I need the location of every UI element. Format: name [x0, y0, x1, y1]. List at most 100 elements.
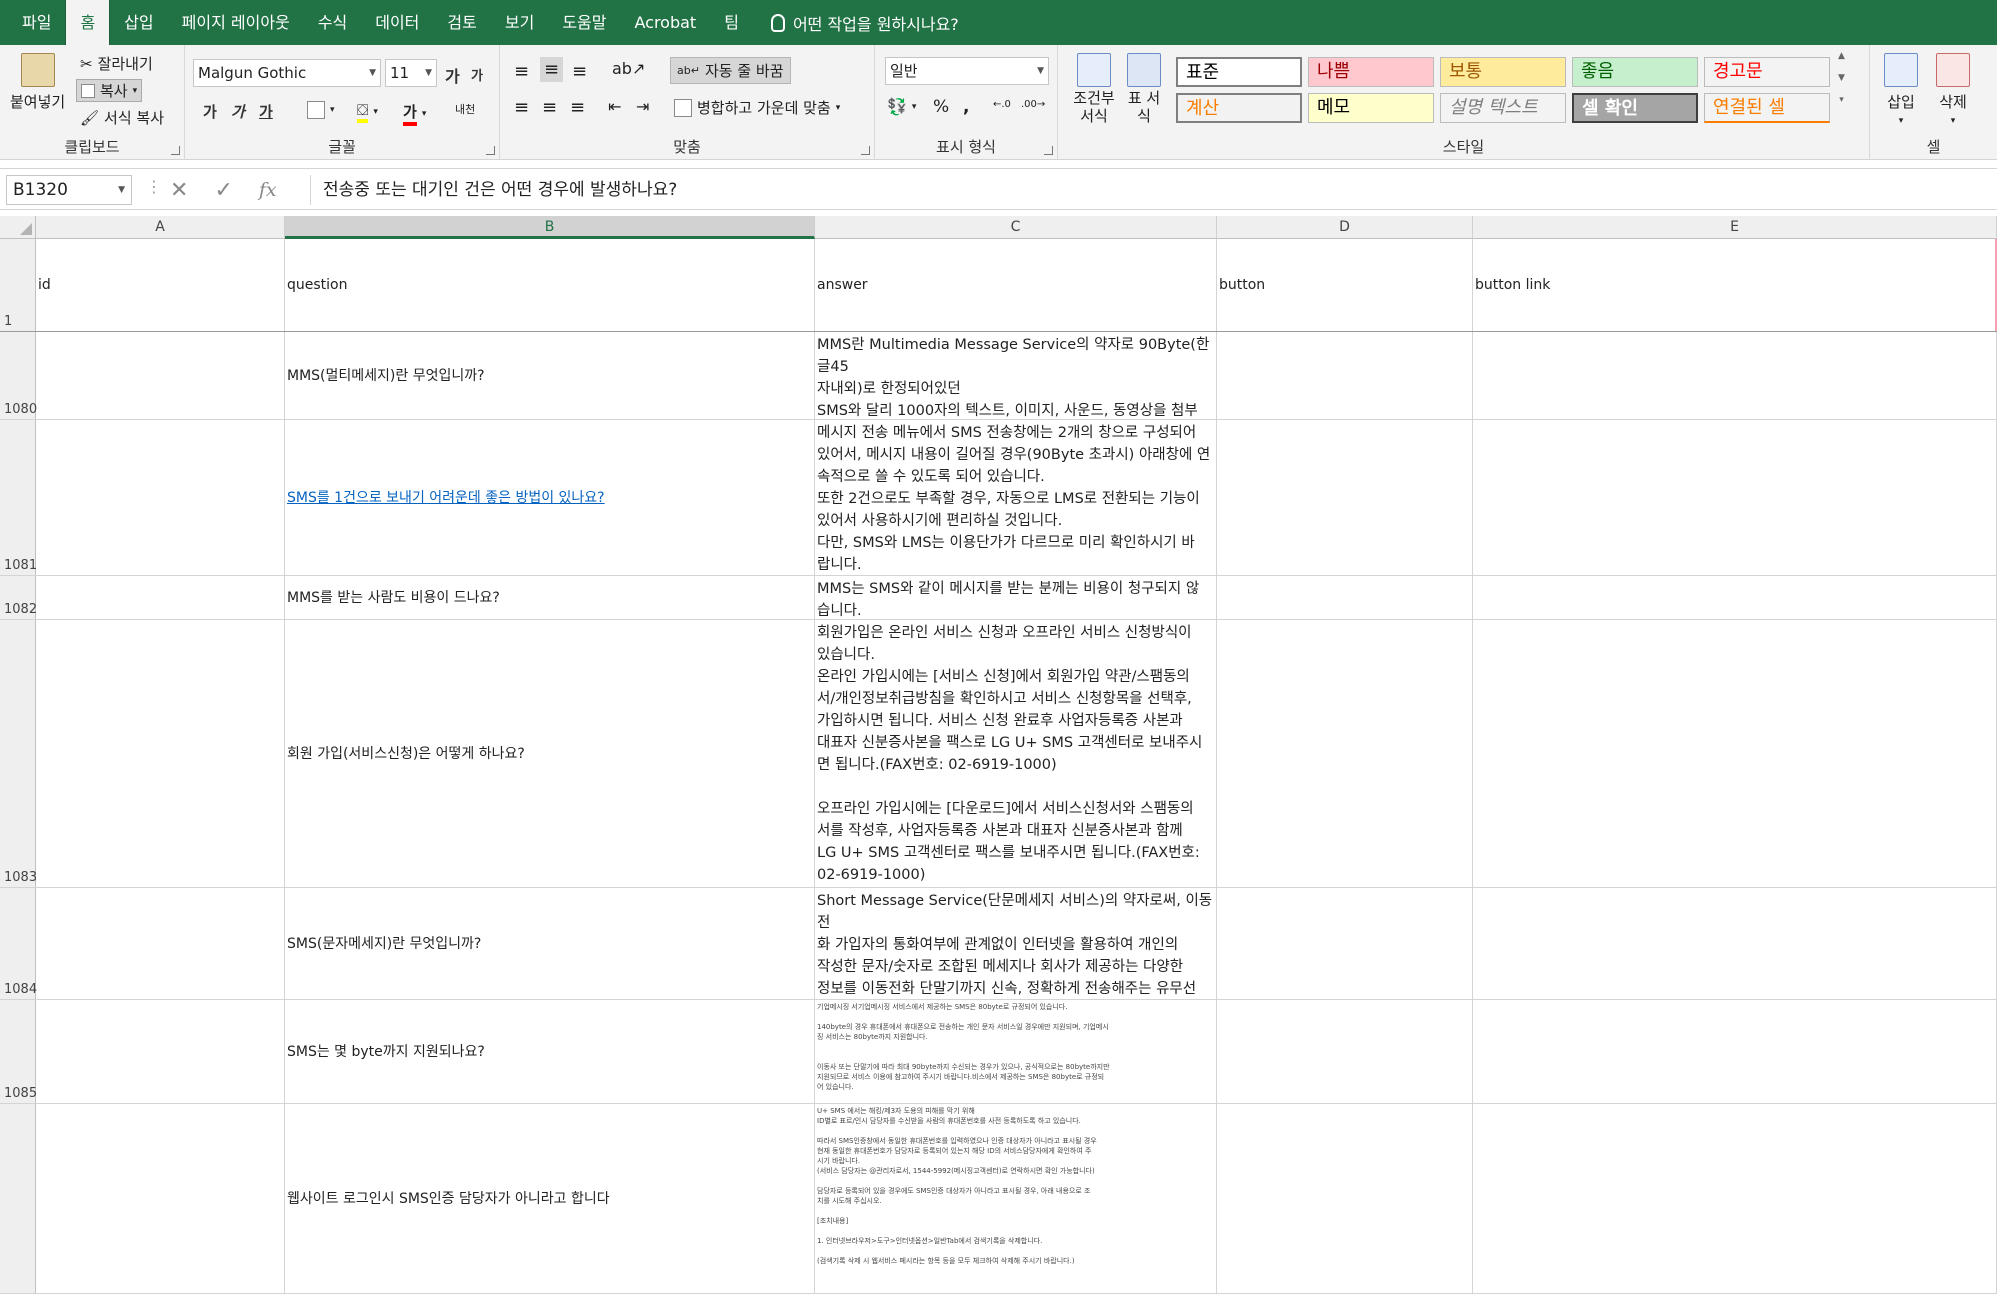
- cell-style-0[interactable]: 표준: [1176, 57, 1302, 87]
- row-header[interactable]: [0, 1104, 36, 1293]
- cut-button[interactable]: ✂ 잘라내기: [80, 53, 153, 74]
- tab-review[interactable]: 검토: [433, 0, 490, 45]
- dialog-launcher-icon[interactable]: [1044, 146, 1053, 155]
- cell-style-5[interactable]: 계산: [1176, 93, 1302, 123]
- grow-font-button[interactable]: 가: [445, 63, 460, 87]
- dialog-launcher-icon[interactable]: [486, 146, 495, 155]
- cell-answer[interactable]: 메시지 전송 메뉴에서 SMS 전송창에는 2개의 창으로 구성되어 있어서, …: [815, 420, 1217, 575]
- cell-style-8[interactable]: 셀 확인: [1572, 93, 1698, 123]
- format-painter-button[interactable]: 🖌 서식 복사: [80, 107, 164, 128]
- cell-button[interactable]: [1217, 420, 1473, 575]
- merge-center-button[interactable]: 병합하고 가운데 맞춤 ▾: [674, 97, 840, 118]
- cell-style-2[interactable]: 보통: [1440, 57, 1566, 87]
- phonetic-button[interactable]: 내천: [455, 101, 475, 117]
- align-top-icon[interactable]: ≡: [514, 61, 529, 82]
- formula-input[interactable]: 전송중 또는 대기인 건은 어떤 경우에 발생하나요?: [310, 175, 1997, 205]
- accounting-format-button[interactable]: 💱 ▾: [887, 97, 916, 116]
- question-text[interactable]: SMS를 1건으로 보내기 어려운데 좋은 방법이 있나요?: [287, 487, 605, 509]
- row-header[interactable]: 1083: [0, 620, 37, 887]
- tab-file[interactable]: 파일: [8, 0, 65, 45]
- dialog-launcher-icon[interactable]: [861, 146, 870, 155]
- tab-acrobat[interactable]: Acrobat: [620, 0, 710, 45]
- decrease-decimal-icon[interactable]: .00→: [1021, 99, 1045, 110]
- cell-question[interactable]: 웹사이트 로그인시 SMS인증 담당자가 아니라고 합니다: [285, 1104, 815, 1293]
- cell-id[interactable]: [36, 888, 285, 999]
- chevron-down-icon[interactable]: ▾: [133, 86, 138, 96]
- cell-answer[interactable]: U+ SMS 에서는 해킹/제3자 도용의 피해를 막기 위해 ID별로 표르/…: [815, 1104, 1217, 1293]
- cell-answer[interactable]: 기업메시징 서기업메시징 서비스에서 제공하는 SMS은 80byte로 규정되…: [815, 1000, 1217, 1103]
- cell-answer[interactable]: MMS는 SMS와 같이 메시지를 받는 분께는 비용이 청구되지 않 습니다.: [815, 576, 1217, 619]
- tab-page-layout[interactable]: 페이지 레이아웃: [168, 0, 304, 45]
- cell-button[interactable]: [1217, 1000, 1473, 1103]
- increase-decimal-icon[interactable]: ←.0: [993, 99, 1011, 110]
- cell-id[interactable]: [36, 576, 285, 619]
- cell-style-6[interactable]: 메모: [1308, 93, 1434, 123]
- cell-button-link[interactable]: [1473, 1000, 1997, 1103]
- row-header[interactable]: 1: [0, 239, 36, 331]
- font-name-select[interactable]: Malgun Gothic ▼: [193, 59, 381, 87]
- delete-cells-button[interactable]: 삭제 ▾: [1936, 53, 1970, 126]
- enter-icon[interactable]: ✓: [214, 178, 232, 203]
- dialog-launcher-icon[interactable]: [171, 146, 180, 155]
- function-icon[interactable]: fx: [259, 179, 277, 201]
- tab-data[interactable]: 데이터: [361, 0, 433, 45]
- tab-view[interactable]: 보기: [491, 0, 548, 45]
- cell-button-link[interactable]: [1473, 1104, 1997, 1293]
- header-cell-id[interactable]: id: [36, 239, 285, 331]
- table-format-button[interactable]: 표 서식: [1124, 53, 1164, 125]
- select-all-corner[interactable]: [0, 216, 36, 239]
- cell-question[interactable]: SMS(문자메세지)란 무엇입니까?: [285, 888, 815, 999]
- cell-id[interactable]: [36, 1000, 285, 1103]
- conditional-format-button[interactable]: 조건부 서식: [1068, 53, 1120, 125]
- tab-formulas[interactable]: 수식: [304, 0, 361, 45]
- cell-button-link[interactable]: [1473, 888, 1997, 999]
- cell-question[interactable]: SMS는 몇 byte까지 지원되나요?: [285, 1000, 815, 1103]
- column-header-a[interactable]: A: [36, 216, 285, 239]
- row-header[interactable]: 1080: [0, 332, 37, 419]
- copy-button[interactable]: 복사 ▾: [76, 79, 143, 102]
- cell-id[interactable]: [36, 1104, 285, 1293]
- cell-question[interactable]: SMS를 1건으로 보내기 어려운데 좋은 방법이 있나요?: [285, 420, 815, 575]
- cell-id[interactable]: [36, 420, 285, 575]
- column-header-b[interactable]: B: [285, 216, 815, 239]
- tab-insert[interactable]: 삽입: [110, 0, 167, 45]
- align-middle-icon[interactable]: ≡: [540, 57, 564, 82]
- align-left-icon[interactable]: ≡: [514, 97, 529, 118]
- shrink-font-button[interactable]: 가: [471, 65, 483, 84]
- tab-help[interactable]: 도움말: [548, 0, 620, 45]
- cell-style-1[interactable]: 나쁨: [1308, 57, 1434, 87]
- tab-home[interactable]: 홈: [65, 0, 111, 45]
- chevron-down-icon[interactable]: ▼: [118, 176, 125, 204]
- increase-indent-icon[interactable]: ⇥: [636, 97, 649, 116]
- tell-me-box[interactable]: 어떤 작업을 원하시나요?: [753, 11, 959, 35]
- cell-button[interactable]: [1217, 888, 1473, 999]
- cell-question[interactable]: MMS(멀티메세지)란 무엇입니까?: [285, 332, 815, 419]
- cell-style-7[interactable]: 설명 텍스트: [1440, 93, 1566, 123]
- insert-cells-button[interactable]: 삽입 ▾: [1884, 53, 1918, 126]
- cell-button[interactable]: [1217, 1104, 1473, 1293]
- cell-button-link[interactable]: [1473, 332, 1997, 419]
- cell-question[interactable]: 회원 가입(서비스신청)은 어떻게 하나요?: [285, 620, 815, 887]
- number-format-select[interactable]: 일반 ▼: [885, 57, 1049, 85]
- paste-button[interactable]: 붙여넣기: [10, 53, 65, 112]
- cell-id[interactable]: [36, 332, 285, 419]
- align-bottom-icon[interactable]: ≡: [572, 61, 587, 82]
- name-box[interactable]: B1320 ▼: [6, 175, 132, 205]
- column-header-d[interactable]: D: [1217, 216, 1473, 239]
- underline-button[interactable]: 가: [259, 101, 273, 122]
- chevron-up-icon[interactable]: ▲: [1838, 51, 1845, 61]
- cell-button-link[interactable]: [1473, 420, 1997, 575]
- align-center-icon[interactable]: ≡: [542, 97, 557, 118]
- italic-button[interactable]: 가: [231, 101, 245, 122]
- gallery-more-icon[interactable]: ▾: [1839, 95, 1844, 105]
- percent-button[interactable]: %: [933, 97, 949, 117]
- column-header-c[interactable]: C: [815, 216, 1217, 239]
- decrease-indent-icon[interactable]: ⇤: [608, 97, 621, 116]
- cell-button[interactable]: [1217, 620, 1473, 887]
- row-header[interactable]: 1081: [0, 420, 37, 575]
- cell-answer[interactable]: Short Message Service(단문메세지 서비스)의 약자로써, …: [815, 888, 1217, 999]
- cancel-icon[interactable]: ✕: [170, 178, 188, 203]
- align-right-icon[interactable]: ≡: [570, 97, 585, 118]
- cell-question[interactable]: MMS를 받는 사람도 비용이 드나요?: [285, 576, 815, 619]
- column-header-e[interactable]: E: [1473, 216, 1997, 239]
